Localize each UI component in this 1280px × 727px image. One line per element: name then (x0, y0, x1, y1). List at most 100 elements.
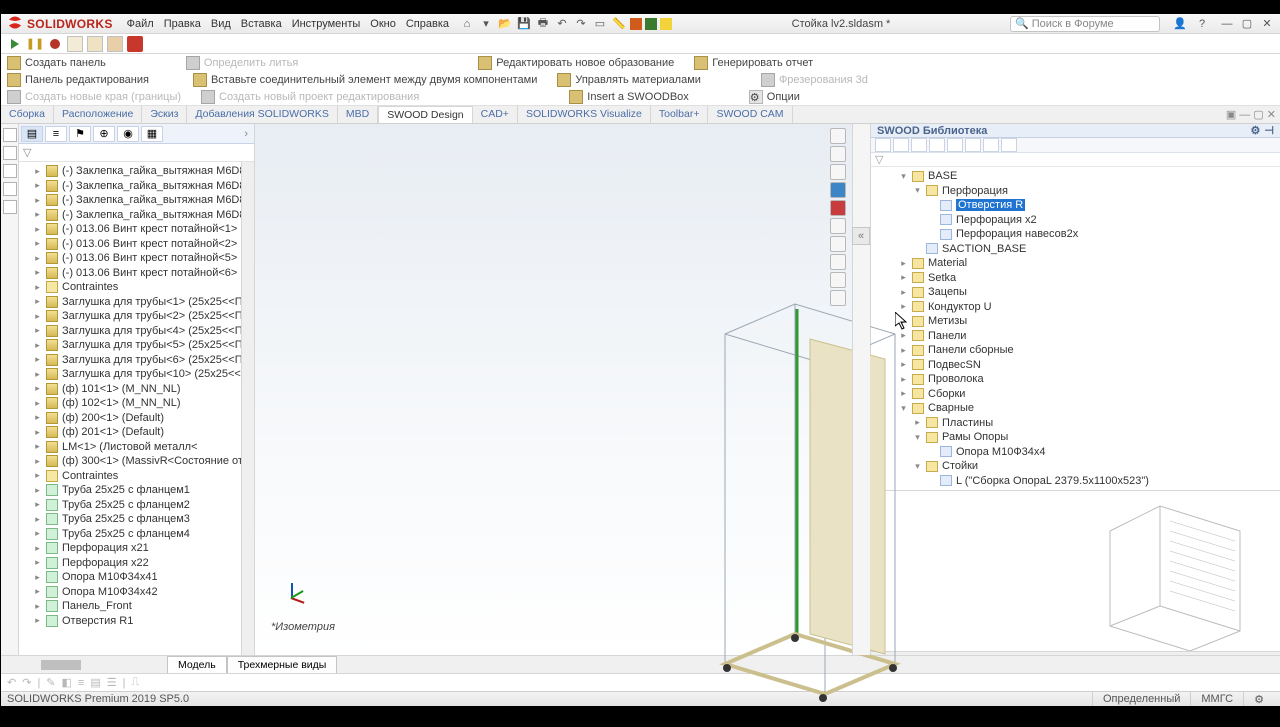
rbn-edit-new[interactable]: Редактировать новое образование (478, 56, 674, 70)
library-item[interactable]: ▸Панели (871, 329, 1280, 344)
tree-item[interactable]: ▸Труба 25x25 с фланцем2 (19, 498, 254, 513)
sk-icon[interactable]: ⎍ (131, 676, 139, 689)
tab-sketch[interactable]: Эскиз (142, 106, 187, 123)
library-item[interactable]: ▾BASE (871, 169, 1280, 184)
tree-item[interactable]: ▸Заглушка для трубы<5> (25x25<<По умолча… (19, 338, 254, 353)
tab-addins[interactable]: Добавления SOLIDWORKS (187, 106, 337, 123)
tree-item[interactable]: ▸(-) 013.06 Винт крест потайной<5> (Bolt… (19, 251, 254, 266)
library-item[interactable]: ▸Setka (871, 271, 1280, 286)
lib-settings-icon[interactable]: ⚙ (1251, 124, 1261, 137)
play-icon[interactable] (7, 36, 23, 52)
hu-icon[interactable] (830, 182, 846, 198)
rbn-options[interactable]: ⚙Опции (749, 90, 800, 104)
library-item[interactable]: ▸Кондуктор U (871, 300, 1280, 315)
tree-item[interactable]: ▸Перфорация x21 (19, 541, 254, 556)
rbn-manage-mat[interactable]: Управлять материалами (557, 73, 701, 87)
hu-icon[interactable] (830, 146, 846, 162)
feature-tree[interactable]: ▸(-) Заклепка_гайка_вытяжная М6D8<1> (Вы… (19, 162, 254, 630)
rail-icon[interactable] (3, 146, 17, 160)
library-item[interactable]: L ("Сборка ОпораL 2379.5x1100x523") (871, 474, 1280, 489)
tree-item[interactable]: ▸(-) Заклепка_гайка_вытяжная М6D8<16> (В… (19, 208, 254, 223)
tree-item[interactable]: ▸(ф) 200<1> (Default) (19, 411, 254, 426)
orientation-triad[interactable] (277, 583, 307, 613)
timeline-scrub[interactable] (41, 660, 81, 670)
home-icon[interactable]: ⌂ (459, 16, 475, 32)
rbn-edit-panel[interactable]: Панель редактирования (7, 73, 149, 87)
tree-item[interactable]: ▸(ф) 101<1> (M_NN_NL) (19, 382, 254, 397)
library-item[interactable]: ▸Метизы (871, 314, 1280, 329)
doc-window-controls[interactable]: ▣ — ▢ ✕ (1222, 106, 1280, 123)
color-swatch-1[interactable] (630, 18, 642, 30)
tab-visualize[interactable]: SOLIDWORKS Visualize (518, 106, 651, 123)
fm-tab-conf[interactable]: ⚑ (69, 126, 91, 142)
tree-scrollbar[interactable] (241, 162, 254, 655)
lib-btn[interactable] (893, 138, 909, 152)
tab-layout[interactable]: Расположение (54, 106, 142, 123)
help-icon[interactable]: ? (1194, 16, 1210, 32)
fm-tab-dim[interactable]: ⊕ (93, 126, 115, 142)
library-item[interactable]: Перфорация x2 (871, 213, 1280, 228)
macro-icon-2[interactable] (87, 36, 103, 52)
menu-help[interactable]: Справка (406, 18, 449, 30)
lib-btn[interactable] (911, 138, 927, 152)
sk-icon[interactable]: ≡ (78, 677, 84, 689)
tree-item[interactable]: ▸(-) Заклепка_гайка_вытяжная М6D8<12> (В… (19, 179, 254, 194)
fm-tab-tree[interactable]: ▤ (21, 126, 43, 142)
tab-swood-design[interactable]: SWOOD Design (378, 106, 472, 123)
library-item[interactable]: ▾Перфорация (871, 184, 1280, 199)
library-item[interactable]: Отверстия R (871, 198, 1280, 213)
ruler-icon[interactable]: 📏 (611, 16, 627, 32)
lib-btn[interactable] (875, 138, 891, 152)
lib-btn[interactable] (929, 138, 945, 152)
fm-tab-extra[interactable]: ▦ (141, 126, 163, 142)
tree-item[interactable]: ▸(ф) 201<1> (Default) (19, 425, 254, 440)
tab-cadplus[interactable]: CAD+ (473, 106, 518, 123)
tree-item[interactable]: ▸Отверстия R1 (19, 614, 254, 629)
library-item[interactable]: Перфорация навесов2x (871, 227, 1280, 242)
taskpane-toggle-icon[interactable]: « (852, 227, 870, 245)
open-icon[interactable]: 📂 (497, 16, 513, 32)
library-item[interactable]: Опора М10Ф34x4 (871, 445, 1280, 460)
save-icon[interactable]: 💾 (516, 16, 532, 32)
tree-item[interactable]: ▸(ф) 102<1> (M_NN_NL) (19, 396, 254, 411)
lib-btn[interactable] (983, 138, 999, 152)
macro-icon-3[interactable] (107, 36, 123, 52)
status-extra-icon[interactable]: ⚙ (1243, 692, 1274, 706)
menu-tools[interactable]: Инструменты (292, 18, 361, 30)
tree-item[interactable]: ▸(-) 013.06 Винт крест потайной<6> (Bolt… (19, 266, 254, 281)
lib-btn[interactable] (947, 138, 963, 152)
rail-icon[interactable] (3, 128, 17, 142)
tree-item[interactable]: ▸Панель_Front (19, 599, 254, 614)
color-swatch-2[interactable] (645, 18, 657, 30)
library-item[interactable]: ▸Панели сборные (871, 343, 1280, 358)
library-item[interactable]: ▾Стойки (871, 459, 1280, 474)
print-icon[interactable]: 🖶 (535, 16, 551, 32)
rbn-create-panel[interactable]: Создать панель (7, 56, 106, 70)
rbn-insert-conn[interactable]: Вставьте соединительный элемент между дв… (193, 73, 537, 87)
tree-item[interactable]: ▸Опора М10Ф34x42 (19, 585, 254, 600)
tree-item[interactable]: ▸(-) 013.06 Винт крест потайной<2> (Bolt… (19, 237, 254, 252)
hu-icon[interactable] (830, 236, 846, 252)
tree-item[interactable]: ▸LM<1> (Листовой металл< (19, 440, 254, 455)
tree-item[interactable]: ▸Contraintes (19, 280, 254, 295)
status-units[interactable]: ММГС (1190, 692, 1243, 706)
fm-tab-disp[interactable]: ◉ (117, 126, 139, 142)
library-item[interactable]: ▸ПодвесSN (871, 358, 1280, 373)
minimize-button[interactable]: — (1218, 17, 1236, 31)
close-button[interactable]: ✕ (1258, 17, 1276, 31)
tree-item[interactable]: ▸Заглушка для трубы<2> (25x25<<По умолча… (19, 309, 254, 324)
tree-item[interactable]: ▸Заглушка для трубы<4> (25x25<<По умолча… (19, 324, 254, 339)
library-tree[interactable]: ▾BASE▾ПерфорацияОтверстия RПерфорация x2… (871, 167, 1280, 490)
undo-icon[interactable]: ↶ (554, 16, 570, 32)
tree-item[interactable]: ▸Заглушка для трубы<1> (25x25<<По умолча… (19, 295, 254, 310)
tab-toolbarplus[interactable]: Toolbar+ (651, 106, 709, 123)
tab-mbd[interactable]: MBD (338, 106, 378, 123)
menu-view[interactable]: Вид (211, 18, 231, 30)
tree-item[interactable]: ▸Труба 25x25 с фланцем1 (19, 483, 254, 498)
login-icon[interactable]: 👤 (1172, 16, 1188, 32)
rail-icon[interactable] (3, 164, 17, 178)
tree-item[interactable]: ▸(-) Заклепка_гайка_вытяжная М6D8<1> (Вы… (19, 164, 254, 179)
library-item[interactable]: ▸Пластины (871, 416, 1280, 431)
sk-icon[interactable]: ✎ (46, 676, 55, 689)
library-item[interactable]: ▸Проволока (871, 372, 1280, 387)
